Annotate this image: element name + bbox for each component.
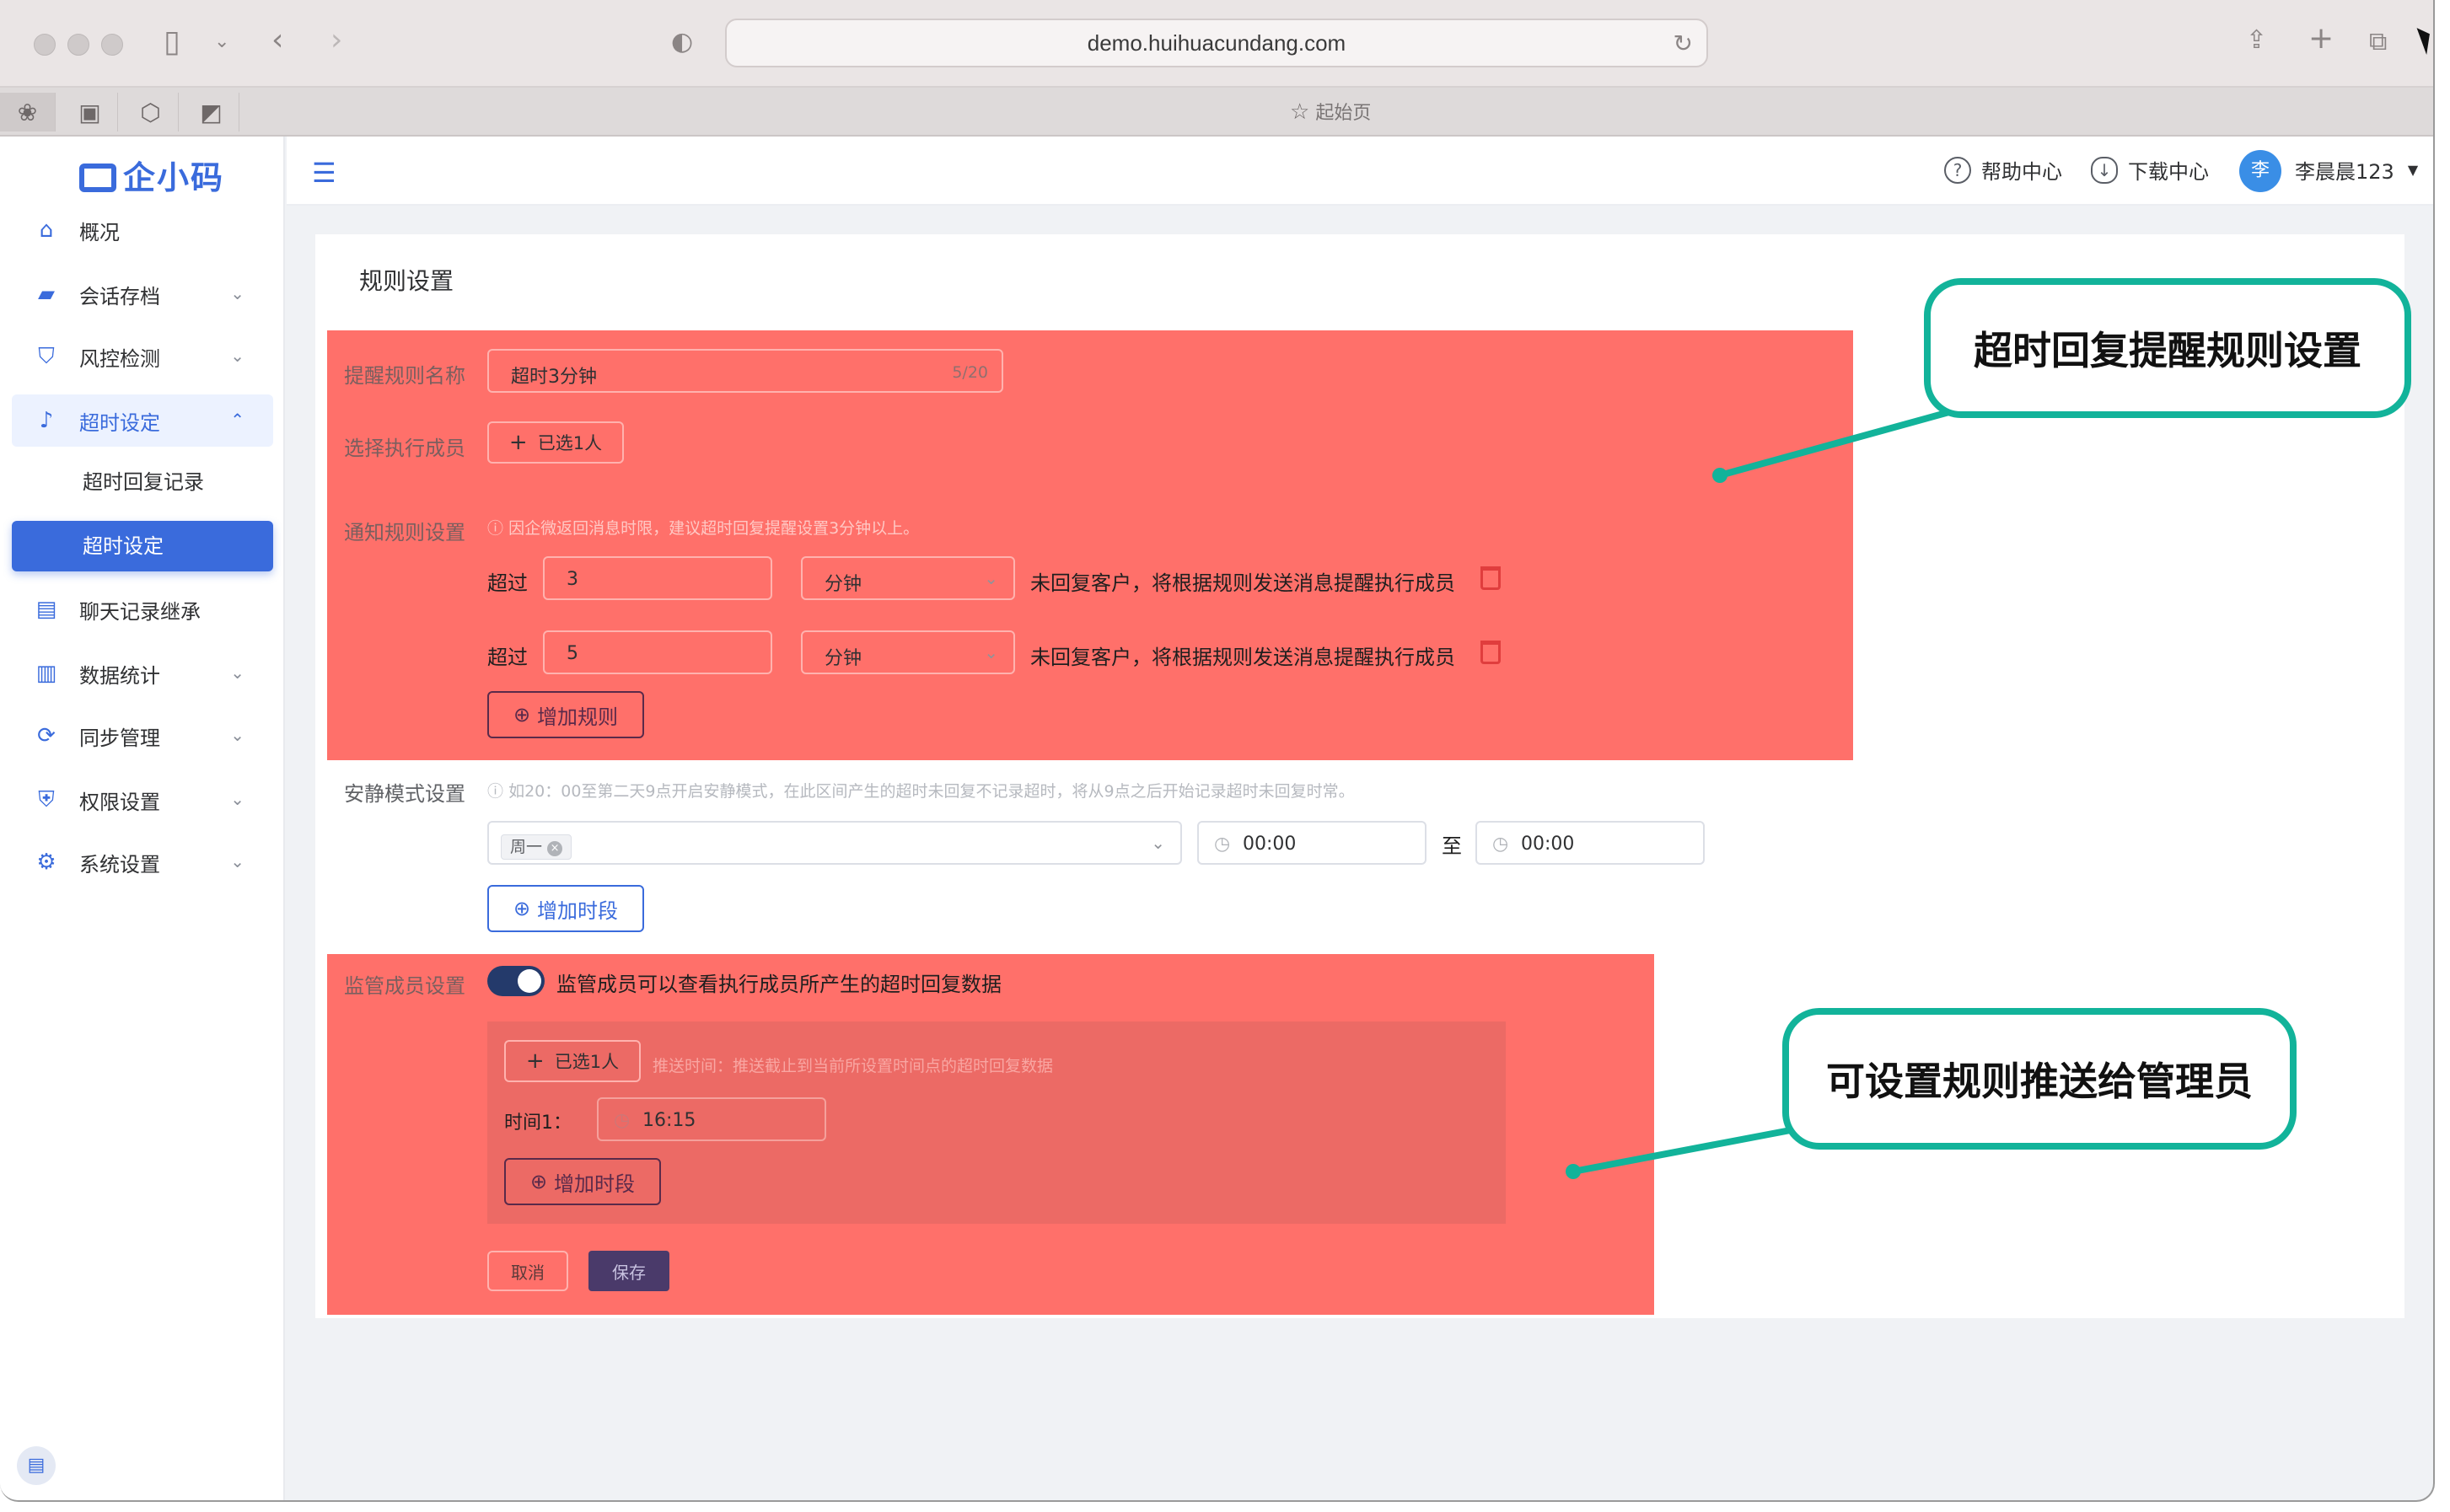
callout-supervisor-push: 可设置规则推送给管理员	[1782, 1008, 2297, 1150]
browser-window: ▯ ⌄ ‹ › ◐ demo.huihuacundang.com ↻ ⇪ + ⧉…	[0, 0, 2435, 1502]
document-fab-icon[interactable]: ▤	[17, 1446, 56, 1485]
connector-dot-top	[1712, 468, 1727, 483]
connector-line-top	[1718, 405, 1966, 479]
callout-reminder-rules: 超时回复提醒规则设置	[1924, 278, 2411, 418]
connector-dot-bottom	[1566, 1164, 1581, 1179]
connector-line-bottom	[1572, 1123, 1813, 1175]
callout-connectors	[1566, 405, 1966, 1179]
